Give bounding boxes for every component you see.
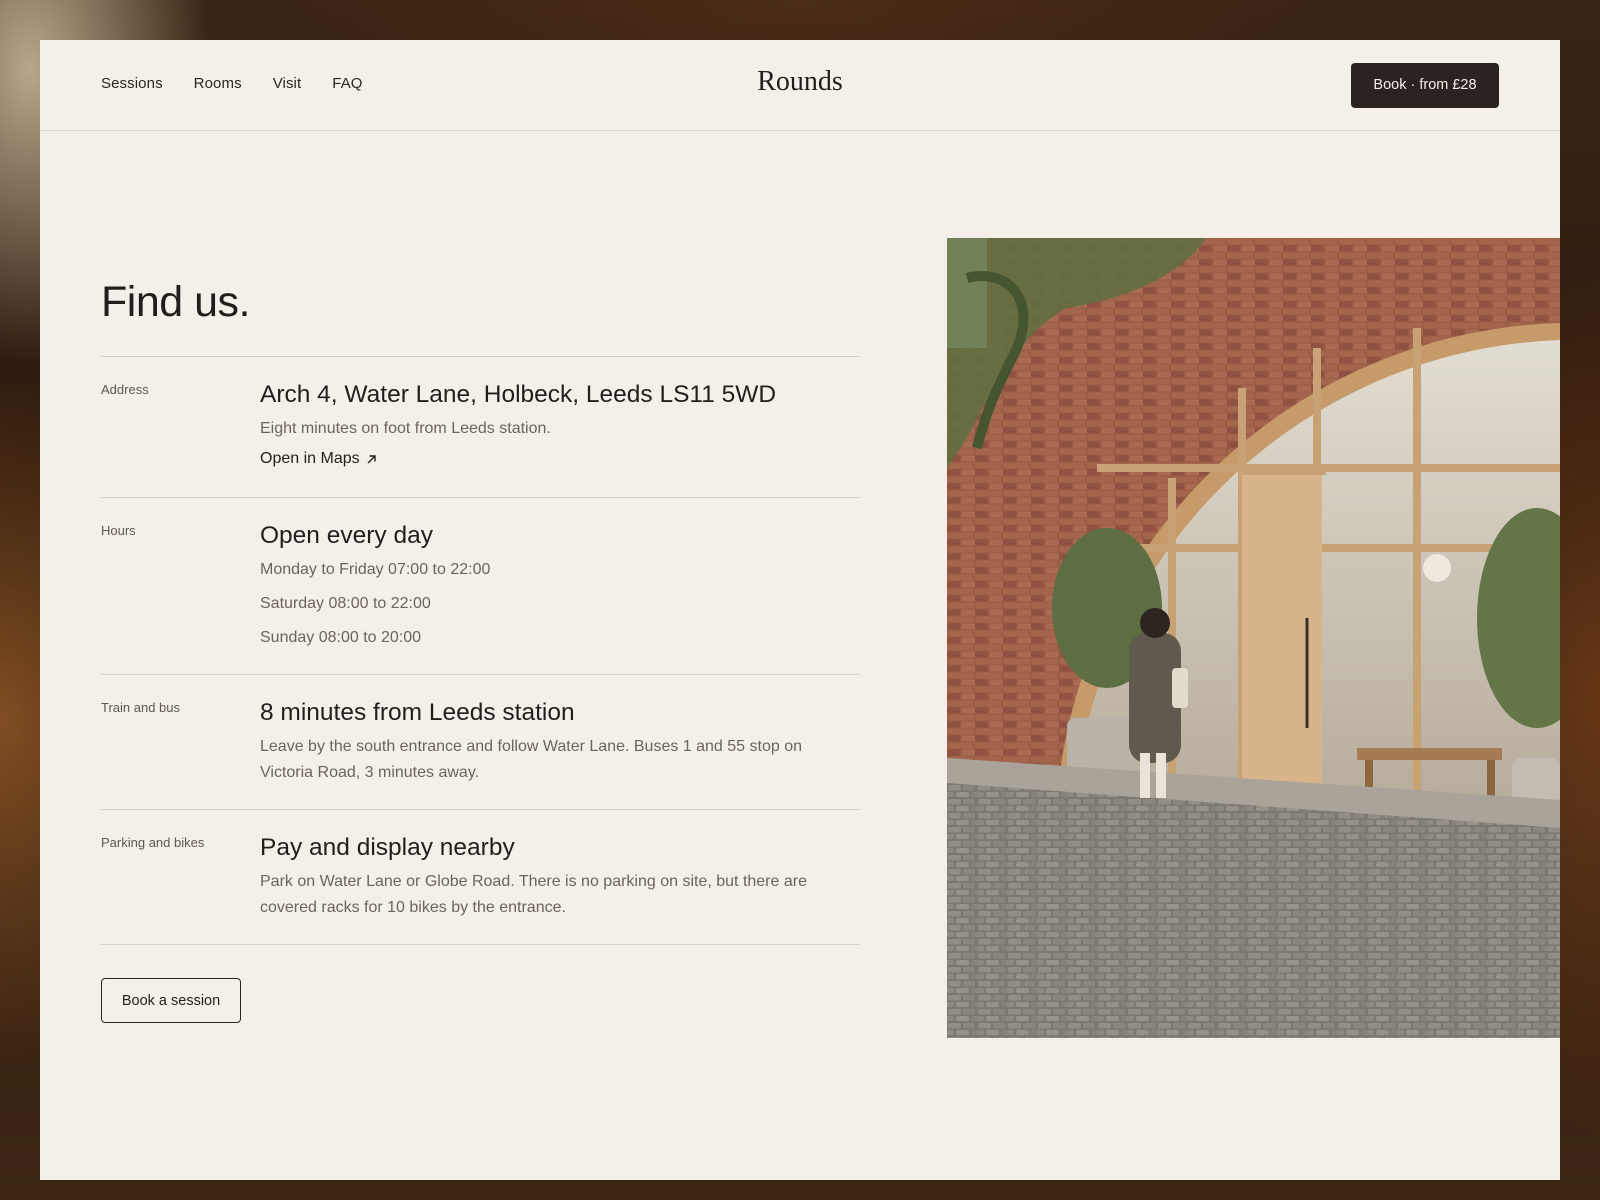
info-row-transport: Train and bus 8 minutes from Leeds stati… [101, 675, 860, 810]
open-in-maps-link[interactable]: Open in Maps [260, 450, 377, 468]
book-button[interactable]: Book · from £28 [1351, 63, 1499, 108]
page-title: Find us. [101, 278, 250, 326]
link-label: Open in Maps [260, 450, 360, 467]
row-body: 8 minutes from Leeds station Leave by th… [260, 675, 860, 786]
row-label: Train and bus [101, 700, 181, 715]
info-row-address: Address Arch 4, Water Lane, Holbeck, Lee… [101, 357, 860, 498]
hours-line: Sunday 08:00 to 20:00 [260, 629, 422, 646]
site-window: Sessions Rooms Visit FAQ Rounds Book · f… [40, 40, 1560, 1180]
book-session-button[interactable]: Book a session [101, 978, 241, 1023]
brand-logo[interactable]: Rounds [40, 66, 1560, 98]
row-label: Hours [101, 523, 136, 538]
row-text: Leave by the south entrance and follow W… [260, 738, 802, 781]
storefront-illustration [947, 238, 1560, 1038]
info-row-hours: Hours Open every day Monday to Friday 07… [101, 498, 860, 675]
row-body: Arch 4, Water Lane, Holbeck, Leeds LS11 … [260, 357, 860, 468]
hours-line: Saturday 08:00 to 22:00 [260, 595, 431, 612]
row-label: Address [101, 382, 149, 397]
row-heading: Arch 4, Water Lane, Holbeck, Leeds LS11 … [260, 381, 777, 408]
storefront-photo [947, 238, 1560, 1038]
row-heading: Open every day [260, 522, 433, 549]
row-body: Pay and display nearby Park on Water Lan… [260, 810, 860, 921]
row-label: Parking and bikes [101, 835, 205, 850]
arrow-up-right-icon [367, 454, 376, 463]
row-heading: 8 minutes from Leeds station [260, 699, 575, 726]
row-heading: Pay and display nearby [260, 834, 515, 861]
site-header: Sessions Rooms Visit FAQ Rounds Book · f… [40, 40, 1560, 131]
row-text: Eight minutes on foot from Leeds station… [260, 420, 551, 437]
row-text: Park on Water Lane or Globe Road. There … [260, 873, 807, 916]
info-list: Address Arch 4, Water Lane, Holbeck, Lee… [101, 356, 860, 945]
row-body: Open every day Monday to Friday 07:00 to… [260, 498, 860, 651]
info-row-parking: Parking and bikes Pay and display nearby… [101, 810, 860, 945]
hours-line: Monday to Friday 07:00 to 22:00 [260, 561, 491, 578]
